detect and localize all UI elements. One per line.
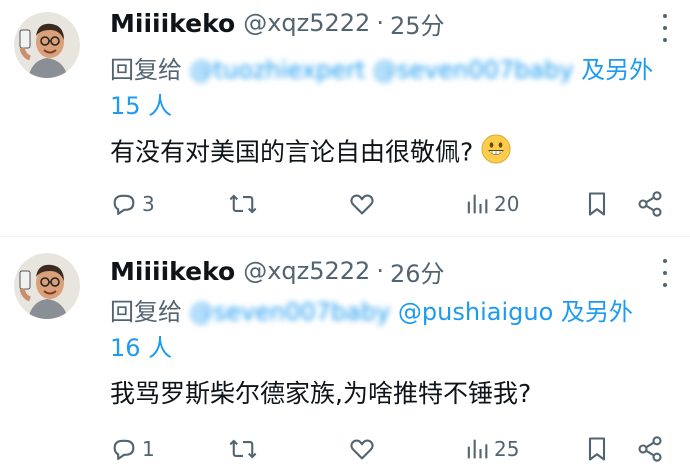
bookmark-icon	[584, 190, 610, 218]
timestamp[interactable]: 25分	[390, 6, 445, 41]
separator-dot: ·	[376, 9, 384, 37]
reply-icon	[110, 190, 138, 218]
reply-button[interactable]: 1	[110, 429, 155, 469]
retweet-button[interactable]	[228, 429, 262, 469]
views-button[interactable]: 25	[464, 429, 519, 469]
tweet-text: 有没有对美国的言论自由很敬佩?	[110, 134, 670, 173]
mention-link[interactable]: @pushiaiguo	[398, 298, 553, 326]
share-icon	[636, 435, 664, 463]
bookmark-icon	[584, 435, 610, 463]
tweet[interactable]: Miiiikeko @xqz5222 · 25分 回复给 @tuozhiexpe…	[0, 0, 690, 236]
tweet-text: 我骂罗斯柴尔德家族,为啥推特不锤我?	[110, 377, 670, 411]
tweet-text-content: 有没有对美国的言论自由很敬佩?	[110, 137, 474, 167]
views-icon	[464, 435, 490, 463]
share-button[interactable]	[636, 184, 664, 224]
more-icon[interactable]	[662, 14, 668, 42]
mention-link[interactable]: @seven007baby	[190, 298, 391, 326]
user-handle[interactable]: @xqz5222	[243, 9, 370, 37]
tweet[interactable]: Miiiikeko @xqz5222 · 26分 回复给 @seven007ba…	[0, 237, 690, 462]
reply-icon	[110, 435, 138, 463]
action-bar: 3 20	[108, 184, 668, 224]
reply-count: 3	[142, 192, 155, 216]
user-handle[interactable]: @xqz5222	[243, 257, 370, 285]
tweet-text-content: 我骂罗斯柴尔德家族,为啥推特不锤我?	[110, 379, 532, 408]
views-button[interactable]: 20	[464, 184, 519, 224]
share-button[interactable]	[636, 429, 664, 469]
like-button[interactable]	[348, 184, 380, 224]
reply-button[interactable]: 3	[110, 184, 155, 224]
retweet-icon	[228, 435, 258, 463]
views-count: 25	[494, 437, 520, 461]
views-icon	[464, 190, 490, 218]
reply-to-line: 回复给 @tuozhiexpert @seven007baby 及另外 15 人	[110, 52, 670, 124]
mention-link[interactable]: @tuozhiexpert	[190, 56, 366, 84]
bookmark-button[interactable]	[584, 429, 610, 469]
grinning-face-emoji	[481, 134, 511, 173]
reply-prefix: 回复给	[110, 298, 182, 326]
display-name[interactable]: Miiiikeko	[110, 9, 235, 38]
heart-icon	[348, 190, 376, 218]
share-icon	[636, 190, 664, 218]
retweet-icon	[228, 190, 258, 218]
reply-to-line: 回复给 @seven007baby @pushiaiguo 及另外 16 人	[110, 294, 670, 366]
timestamp[interactable]: 26分	[390, 254, 445, 289]
action-bar: 1 25	[108, 429, 668, 469]
mention-link[interactable]: @seven007baby	[373, 56, 574, 84]
avatar[interactable]	[14, 12, 80, 78]
views-count: 20	[494, 192, 520, 216]
retweet-button[interactable]	[228, 184, 262, 224]
separator-dot: ·	[376, 257, 384, 285]
heart-icon	[348, 435, 376, 463]
like-button[interactable]	[348, 429, 380, 469]
more-icon[interactable]	[662, 259, 668, 287]
display-name[interactable]: Miiiikeko	[110, 257, 235, 286]
reply-prefix: 回复给	[110, 56, 182, 84]
reply-count: 1	[142, 437, 155, 461]
bookmark-button[interactable]	[584, 184, 610, 224]
avatar[interactable]	[14, 253, 80, 319]
